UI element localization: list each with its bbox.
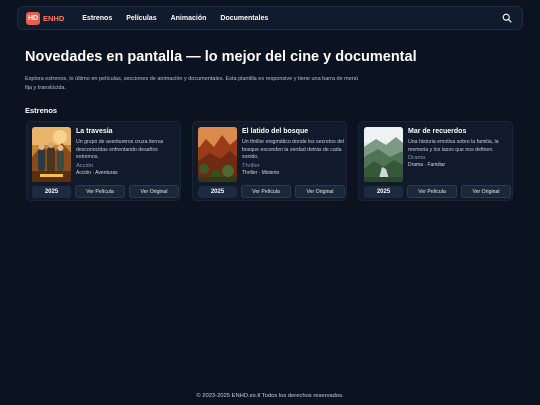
movie-info: Mar de recuerdos Una historia emotiva so…	[408, 128, 512, 168]
nav-link-animacion[interactable]: Animación	[171, 15, 207, 22]
watch-original-button[interactable]: Ver Original	[295, 185, 345, 198]
movie-card: 2025 La travesía Un grupo de aventureros…	[26, 121, 181, 201]
movie-info: La travesía Un grupo de aventureros cruz…	[76, 128, 180, 176]
release-year: 2025	[198, 186, 237, 198]
card-actions: Ver Película Ver Original	[75, 185, 179, 198]
release-year: 2025	[32, 186, 71, 198]
movie-description: Una historia emotiva sobre la familia, l…	[408, 139, 499, 153]
movie-title[interactable]: El latido del bosque	[242, 128, 346, 135]
watch-movie-button[interactable]: Ver Película	[75, 185, 125, 198]
watch-movie-button[interactable]: Ver Película	[407, 185, 457, 198]
nav-link-documentales[interactable]: Documentales	[220, 15, 268, 22]
movie-genre: Drama	[408, 155, 426, 162]
site-logo[interactable]: HD ENHD	[26, 11, 65, 25]
page-description: Explora estrenos, lo último en películas…	[25, 76, 358, 91]
nav-link-estrenos[interactable]: Estrenos	[82, 15, 112, 22]
watch-original-button[interactable]: Ver Original	[461, 185, 511, 198]
nav-link-peliculas[interactable]: Películas	[126, 15, 156, 22]
logo-badge: HD	[26, 11, 40, 25]
movie-poster[interactable]	[32, 127, 71, 182]
movie-card-list: 2025 La travesía Un grupo de aventureros…	[26, 121, 513, 201]
movie-poster[interactable]	[364, 127, 403, 182]
movie-title[interactable]: Mar de recuerdos	[408, 128, 512, 135]
card-actions: Ver Película Ver Original	[407, 185, 511, 198]
movie-title[interactable]: La travesía	[76, 128, 180, 135]
movie-tags: Acción · Aventuras	[76, 169, 118, 176]
card-actions: Ver Película Ver Original	[241, 185, 345, 198]
top-navbar: HD ENHD Estrenos Películas Animación Doc…	[17, 6, 523, 30]
search-icon[interactable]	[500, 11, 514, 25]
watch-movie-button[interactable]: Ver Película	[241, 185, 291, 198]
movie-genre: Acción	[76, 162, 94, 169]
page-title: Novedades en pantalla — lo mejor del cin…	[25, 49, 417, 65]
movie-card: 2025 El latido del bosque Un thriller en…	[192, 121, 347, 201]
movie-description: Un grupo de aventureros cruza tierras de…	[76, 139, 164, 161]
release-year: 2025	[364, 186, 403, 198]
movie-info: El latido del bosque Un thriller enigmát…	[242, 128, 346, 176]
movie-tags: Thriller · Misterio	[242, 169, 280, 176]
logo-text: ENHD	[43, 13, 65, 23]
movie-tags: Drama · Familiar	[408, 162, 446, 169]
movie-description: Un thriller enigmático donde los secreto…	[242, 139, 345, 161]
nav-links: Estrenos Películas Animación Documentale…	[82, 15, 268, 22]
section-title-estrenos: Estrenos	[25, 106, 58, 115]
footer-copyright: © 2023-2025 ENHD.es.tl Todos los derecho…	[196, 393, 344, 399]
movie-genre: Thriller	[242, 162, 260, 169]
watch-original-button[interactable]: Ver Original	[129, 185, 179, 198]
movie-poster[interactable]	[198, 127, 237, 182]
movie-card: 2025 Mar de recuerdos Una historia emoti…	[358, 121, 513, 201]
